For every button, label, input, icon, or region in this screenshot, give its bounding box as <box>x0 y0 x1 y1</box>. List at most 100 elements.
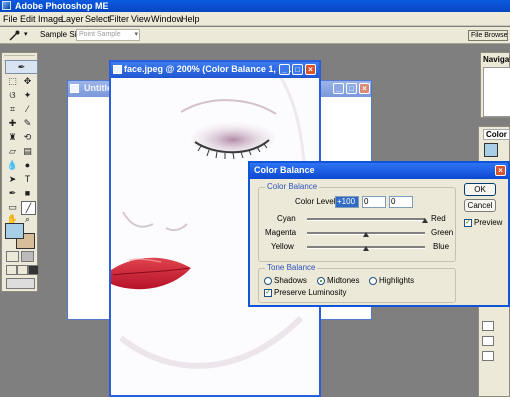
gradient-tool-icon[interactable]: ▤ <box>21 145 34 157</box>
file-browser-tab[interactable]: File Browser <box>468 30 508 41</box>
menu-bar: File Edit Image Layer Select Filter View… <box>0 12 510 26</box>
yellow-blue-slider-thumb[interactable] <box>363 246 369 251</box>
menu-view[interactable]: View <box>131 12 150 26</box>
cyan-red-level-input[interactable]: +100 <box>335 196 359 208</box>
notes-tool-icon[interactable]: ▭ <box>6 201 19 213</box>
dodge-tool-icon[interactable]: ● <box>21 159 34 171</box>
color-balance-group: Color Balance Color Levels: +100 0 0 Cya… <box>258 182 456 262</box>
magenta-green-level-input[interactable]: 0 <box>362 196 386 208</box>
menu-help[interactable]: Help <box>181 12 200 26</box>
lasso-tool-icon[interactable]: ଓ <box>6 89 19 101</box>
document-icon <box>70 84 79 93</box>
menu-filter[interactable]: Filter <box>109 12 129 26</box>
color-balance-group-label: Color Balance <box>265 182 320 191</box>
eraser-tool-icon[interactable]: ▱ <box>6 145 19 157</box>
layer-thumbnail[interactable] <box>482 351 494 361</box>
color-levels-fields: +100 0 0 <box>335 196 425 208</box>
layer-thumbnail[interactable] <box>482 336 494 346</box>
blur-tool-icon[interactable]: 💧 <box>6 159 19 171</box>
highlights-radio[interactable] <box>369 277 377 285</box>
chevron-down-icon: ▾ <box>134 31 138 38</box>
magic-wand-tool-icon[interactable]: ✦ <box>21 89 34 101</box>
photoshop-app-icon <box>2 1 11 10</box>
shadows-label: Shadows <box>274 276 307 285</box>
midtones-radio[interactable] <box>317 277 325 285</box>
eyedropper-tool-icon[interactable] <box>8 30 20 41</box>
brush-tool-icon[interactable]: ✎ <box>21 117 34 129</box>
history-brush-tool-icon[interactable]: ⟲ <box>21 131 34 143</box>
menu-window[interactable]: Window <box>151 12 183 26</box>
close-button[interactable]: × <box>305 64 316 75</box>
menu-file[interactable]: File <box>3 12 18 26</box>
minimize-button[interactable]: _ <box>333 83 344 94</box>
close-button[interactable]: × <box>359 83 370 94</box>
preserve-luminosity-label: Preserve Luminosity <box>274 288 347 297</box>
type-tool-icon[interactable]: T <box>21 173 34 185</box>
pen-tool-icon[interactable]: ✒ <box>6 187 19 199</box>
ok-button[interactable]: OK <box>464 183 496 196</box>
slice-tool-icon[interactable]: ⁄ <box>21 103 34 115</box>
preview-label: Preview <box>474 218 503 227</box>
red-label: Red <box>431 214 446 223</box>
navigator-preview <box>483 67 510 117</box>
green-label: Green <box>431 228 454 237</box>
navigator-panel: Navigat <box>480 52 510 118</box>
preserve-luminosity-checkbox[interactable]: ✓ <box>264 289 272 297</box>
minimize-button[interactable]: _ <box>279 64 290 75</box>
magenta-label: Magenta <box>265 228 297 237</box>
layers-panel <box>478 300 510 397</box>
cyan-label: Cyan <box>277 214 296 223</box>
preview-checkbox[interactable]: ✓ <box>464 219 472 227</box>
highlights-label: Highlights <box>379 276 415 285</box>
navigator-tab[interactable]: Navigat <box>483 55 510 64</box>
maximize-button[interactable]: □ <box>346 83 357 94</box>
foreground-color-swatch[interactable] <box>5 223 24 239</box>
yellow-label: Yellow <box>271 242 294 251</box>
standard-mode-icon[interactable] <box>6 251 19 262</box>
maximize-button[interactable]: □ <box>292 64 303 75</box>
marquee-tool-icon[interactable]: ⬚ <box>6 75 19 87</box>
options-bar: ▾ Sample Size: Point Sample ▾ File Brows… <box>0 27 510 44</box>
shape-tool-icon[interactable]: ■ <box>21 187 34 199</box>
color-balance-titlebar[interactable]: Color Balance × <box>250 163 508 179</box>
app-title: Adobe Photoshop ME <box>15 1 109 11</box>
tone-balance-group-label: Tone Balance <box>265 263 318 272</box>
shadows-radio[interactable] <box>264 277 272 285</box>
blue-label: Blue <box>433 242 450 251</box>
clone-stamp-tool-icon[interactable]: ♜ <box>6 131 19 143</box>
magenta-green-slider-thumb[interactable] <box>363 232 369 237</box>
color-tab[interactable]: Color <box>483 129 510 140</box>
app-title-bar: Adobe Photoshop ME <box>0 0 510 12</box>
face-window-titlebar[interactable]: face.jpeg @ 200% (Color Balance 1, La...… <box>111 62 319 78</box>
close-button[interactable]: × <box>495 165 506 176</box>
toolbox: ✒ ⬚ ✥ ଓ ✦ ⌗ ⁄ ✚ ✎ ♜ ⟲ ▱ ▤ 💧 ● ➤ T ✒ ■ ▭ … <box>1 52 39 292</box>
path-selection-tool-icon[interactable]: ➤ <box>6 173 19 185</box>
cyan-red-slider-thumb[interactable] <box>422 218 428 223</box>
menu-layer[interactable]: Layer <box>61 12 84 26</box>
midtones-label: Midtones <box>327 276 360 285</box>
untitled-window-title: Untitle <box>84 83 112 93</box>
layer-thumbnail[interactable] <box>482 321 494 331</box>
feather-icon[interactable]: ✒ <box>5 60 38 74</box>
screen-mode-full-icon[interactable] <box>28 265 39 275</box>
cancel-button[interactable]: Cancel <box>464 199 496 212</box>
jump-to-imageready-button[interactable] <box>6 278 35 289</box>
quick-mask-mode-icon[interactable] <box>21 251 34 262</box>
color-balance-dialog: Color Balance × Color Balance Color Leve… <box>248 161 510 307</box>
healing-brush-tool-icon[interactable]: ✚ <box>6 117 19 129</box>
tool-preset-chevron-icon[interactable]: ▾ <box>24 30 28 38</box>
sample-size-select[interactable]: Point Sample ▾ <box>76 29 140 41</box>
screen-mode-full-menu-icon[interactable] <box>17 265 28 275</box>
menu-image[interactable]: Image <box>38 12 63 26</box>
screen-mode-standard-icon[interactable] <box>6 265 17 275</box>
menu-select[interactable]: Select <box>85 12 110 26</box>
yellow-blue-level-input[interactable]: 0 <box>389 196 413 208</box>
face-window-title: face.jpeg @ 200% (Color Balance 1, La... <box>124 64 297 74</box>
cyan-red-slider-track[interactable] <box>307 218 425 221</box>
color-panel-foreground-swatch[interactable] <box>484 143 498 157</box>
menu-edit[interactable]: Edit <box>20 12 36 26</box>
crop-tool-icon[interactable]: ⌗ <box>6 103 19 115</box>
dialog-title: Color Balance <box>254 165 315 175</box>
tone-balance-group: Tone Balance Shadows Midtones Highlights… <box>258 263 456 303</box>
move-tool-icon[interactable]: ✥ <box>21 75 34 87</box>
